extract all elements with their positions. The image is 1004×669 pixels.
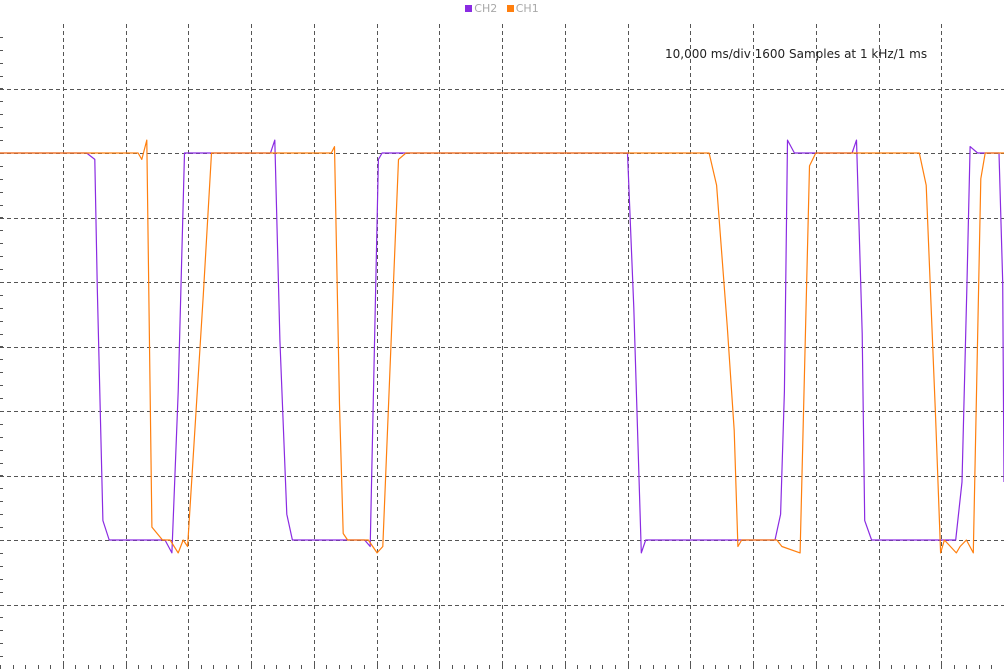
legend-item-ch2[interactable]: CH2 xyxy=(465,2,497,15)
legend-swatch-ch1 xyxy=(506,5,514,12)
grid xyxy=(0,24,1004,669)
legend-label-ch2: CH2 xyxy=(474,2,498,15)
legend: CH2 CH1 xyxy=(0,2,1004,15)
legend-swatch-ch2 xyxy=(465,5,473,12)
legend-item-ch1[interactable]: CH1 xyxy=(506,2,539,15)
legend-label-ch1: CH1 xyxy=(515,2,539,15)
oscilloscope-plot xyxy=(0,24,1004,669)
timebase-info: 10,000 ms/div 1600 Samples at 1 kHz/1 ms xyxy=(665,47,928,61)
